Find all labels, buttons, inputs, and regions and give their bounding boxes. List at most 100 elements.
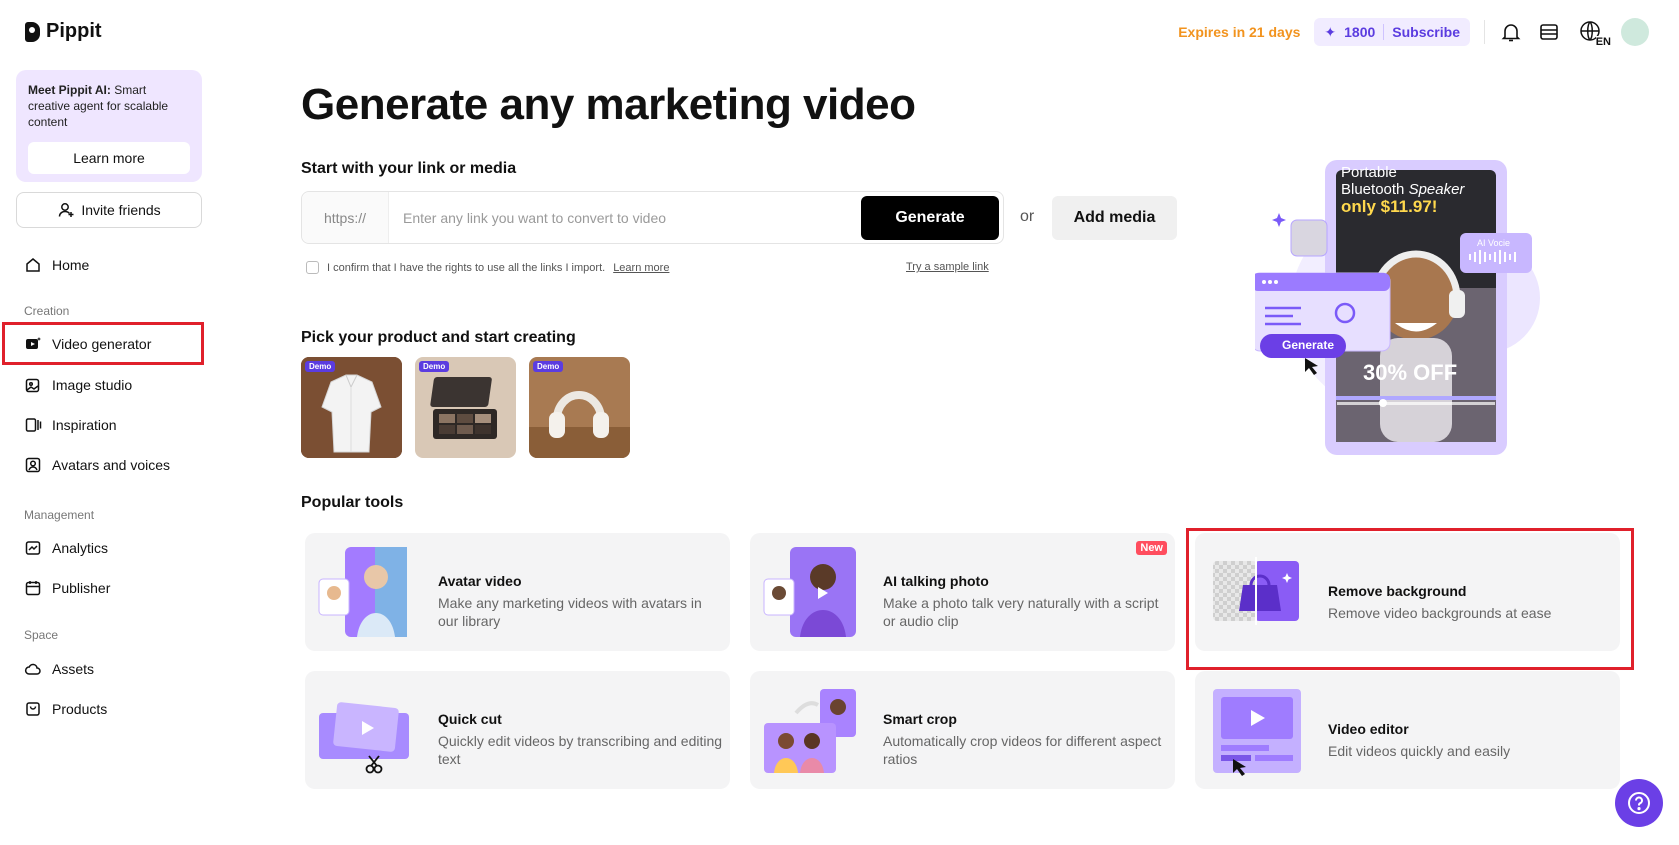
promo-card: Meet Pippit AI: Smart creative agent for… <box>16 70 202 182</box>
smart-crop-thumbnail <box>764 689 856 773</box>
sidebar-item-home[interactable]: Home <box>24 253 89 277</box>
sidebar-item-label: Products <box>52 701 108 717</box>
credits-subscribe-pill[interactable]: ✦ 1800 Subscribe <box>1314 18 1470 46</box>
hero-ai-voice-label: AI Vocie <box>1477 238 1511 248</box>
ai-talking-photo-thumbnail <box>763 547 856 637</box>
or-label: or <box>1020 208 1035 225</box>
demo-tag: Demo <box>305 361 336 372</box>
sidebar-item-inspiration[interactable]: Inspiration <box>24 413 117 437</box>
hero-illustration: Portable Bluetooth Speaker only $11.97! … <box>1251 158 1555 458</box>
demo-product-headphones[interactable]: Demo <box>529 357 630 458</box>
pick-product-label: Pick your product and start creating <box>301 329 576 346</box>
rights-learn-more-link[interactable]: Learn more <box>613 262 669 274</box>
demo-product-palette[interactable]: Demo <box>415 357 516 458</box>
nav-section-management: Management <box>24 508 95 522</box>
sidebar-item-avatars-voices[interactable]: Avatars and voices <box>24 453 170 477</box>
expiry-notice[interactable]: Expires in 21 days <box>1178 24 1300 40</box>
tool-description: Make a photo talk very naturally with a … <box>883 595 1159 629</box>
promo-bold: Meet Pippit AI: <box>28 83 111 97</box>
inbox-icon[interactable] <box>1537 20 1561 44</box>
tool-title: AI talking photo <box>883 573 989 589</box>
hero-line2a: Bluetooth <box>1341 181 1409 198</box>
language-code: EN <box>1595 36 1611 48</box>
quick-cut-thumbnail <box>319 702 409 774</box>
rights-checkbox[interactable] <box>306 261 319 274</box>
hero-product-text: Portable Bluetooth Speaker only $11.97! <box>1341 164 1464 215</box>
sidebar-item-analytics[interactable]: Analytics <box>24 536 108 560</box>
nav-section-creation: Creation <box>24 304 70 318</box>
tool-description: Automatically crop videos for different … <box>883 733 1162 767</box>
sidebar-item-assets[interactable]: Assets <box>24 657 94 681</box>
hero-line2: Bluetooth Speaker <box>1341 181 1464 198</box>
tool-title: Quick cut <box>438 711 502 727</box>
link-input[interactable] <box>389 192 861 243</box>
sidebar-item-publisher[interactable]: Publisher <box>24 576 110 600</box>
sidebar-item-image-studio[interactable]: Image studio <box>24 373 132 397</box>
add-media-button[interactable]: Add media <box>1052 196 1177 240</box>
generate-button[interactable]: Generate <box>861 195 999 240</box>
tool-description: Make any marketing videos with avatars i… <box>438 595 702 629</box>
pippit-logo-icon <box>25 21 40 42</box>
tool-card-smart-crop[interactable]: Smart crop Automatically crop videos for… <box>750 671 1175 789</box>
tool-card-quick-cut[interactable]: Quick cut Quickly edit videos by transcr… <box>305 671 730 789</box>
tool-card-ai-talking-photo[interactable]: New AI talking photo Make a photo talk v… <box>750 533 1175 651</box>
language-globe-icon[interactable]: EN <box>1575 20 1611 48</box>
sparkle-icon: ✦ <box>1324 23 1337 40</box>
sidebar-item-products[interactable]: Products <box>24 697 107 721</box>
video-editor-thumbnail <box>1213 689 1301 776</box>
sample-link-label: Try a sample link <box>906 261 989 273</box>
headphones-image <box>529 357 630 458</box>
home-icon <box>24 256 42 274</box>
tool-description: Edit videos quickly and easily <box>1328 743 1511 759</box>
calendar-icon <box>24 579 42 597</box>
sidebar-item-label: Home <box>52 257 90 273</box>
sidebar-item-label: Avatars and voices <box>52 457 171 473</box>
popular-tools-label: Popular tools <box>301 494 404 511</box>
nav-section-space: Space <box>24 628 59 642</box>
rights-confirmation: I confirm that I have the rights to use … <box>306 261 669 274</box>
subscribe-link[interactable]: Subscribe <box>1392 24 1460 40</box>
add-user-icon <box>57 201 75 219</box>
image-studio-icon <box>24 376 42 394</box>
brand-name: Pippit <box>46 20 102 42</box>
tool-title: Video editor <box>1328 721 1409 737</box>
divider <box>1383 24 1385 40</box>
bag-icon <box>24 700 42 718</box>
help-button[interactable] <box>1615 779 1663 827</box>
sidebar-item-label: Assets <box>52 661 95 677</box>
avatar-icon <box>24 456 42 474</box>
cloud-icon <box>24 660 42 678</box>
avatar-video-thumbnail <box>318 547 407 637</box>
sidebar-item-label: Inspiration <box>52 417 117 433</box>
start-label: Start with your link or media <box>301 160 517 177</box>
hero-line1: Portable <box>1341 164 1397 181</box>
demo-product-shirt[interactable]: Demo <box>301 357 402 458</box>
brand-logo[interactable]: Pippit <box>25 20 102 43</box>
link-prefix: https:// <box>302 192 389 243</box>
rights-text: I confirm that I have the rights to use … <box>327 261 606 274</box>
demo-products: Demo Demo Demo <box>301 357 630 458</box>
analytics-icon <box>24 539 42 557</box>
tool-card-avatar-video[interactable]: Avatar video Make any marketing videos w… <box>305 533 730 651</box>
bell-icon[interactable] <box>1499 20 1523 44</box>
hero-discount: 30% OFF <box>1363 360 1458 385</box>
invite-friends-button[interactable]: Invite friends <box>16 192 202 228</box>
highlight-box-remove-background <box>1186 528 1634 670</box>
question-mark-icon <box>1628 792 1650 814</box>
hero-line2b: Speaker <box>1408 181 1465 198</box>
promo-text: Meet Pippit AI: Smart creative agent for… <box>28 82 190 130</box>
credits-count: 1800 <box>1344 24 1376 40</box>
learn-more-button[interactable]: Learn more <box>28 142 190 174</box>
sample-link[interactable]: Try a sample link <box>906 261 989 273</box>
user-avatar[interactable] <box>1621 18 1649 46</box>
link-input-group: https:// Generate <box>301 191 1004 244</box>
tool-title: Avatar video <box>438 573 522 589</box>
sidebar-item-label: Analytics <box>52 540 109 556</box>
sidebar-item-label: Image studio <box>52 377 133 393</box>
divider <box>1484 20 1485 44</box>
eyeshadow-palette-image <box>415 357 516 458</box>
tool-card-video-editor[interactable]: Video editor Edit videos quickly and eas… <box>1195 671 1620 789</box>
highlight-box-video-generator <box>2 322 204 365</box>
new-badge: New <box>1136 541 1167 555</box>
hero-price: only $11.97! <box>1341 197 1438 216</box>
